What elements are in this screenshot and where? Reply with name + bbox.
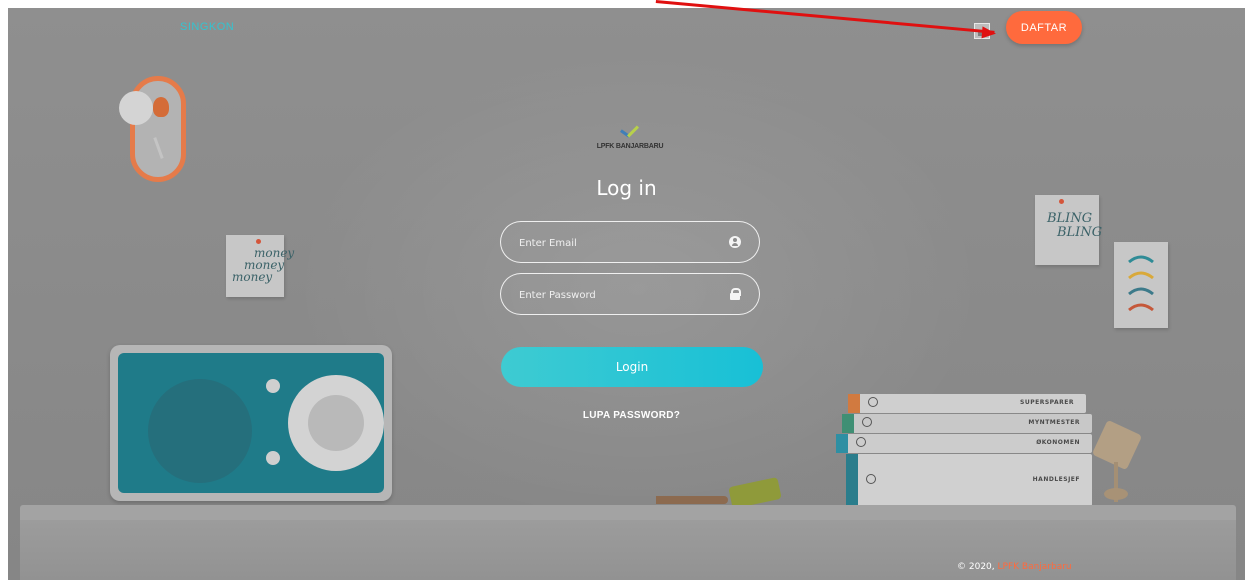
logo-text: LPFK BANJARBARU (596, 143, 664, 150)
ping-note-decoration (1114, 242, 1168, 328)
copyright-text: © 2020, (957, 562, 995, 572)
radio-speaker (148, 379, 252, 483)
cuckoo-clock-decoration (119, 76, 186, 182)
pin (256, 239, 261, 244)
wooden-toy-base (1104, 488, 1128, 500)
book-title: SUPERSPARER (1020, 399, 1074, 406)
bling-note-decoration: BLING BLING (1035, 195, 1103, 265)
pencil-decoration (656, 496, 728, 504)
user-icon (729, 236, 741, 248)
lock-icon (729, 288, 741, 300)
register-button[interactable]: DAFTAR (1006, 11, 1082, 44)
footer-brand-link[interactable]: LPFK Banjarbaru (998, 562, 1072, 572)
footer-copyright: © 2020, LPFK Banjarbaru (957, 562, 1072, 572)
clock-face (119, 91, 153, 125)
password-field[interactable] (500, 273, 760, 316)
book: HANDLESJEF (846, 454, 1092, 506)
money-note-decoration: money money money (226, 235, 294, 297)
radio-body (118, 353, 384, 493)
wooden-toy-decoration (1091, 419, 1143, 504)
money-note-line-3: money (232, 270, 273, 284)
brand-link[interactable]: SINGKON (180, 21, 234, 33)
bling-note-line-1: BLING (1047, 211, 1093, 226)
book-logo (856, 437, 866, 447)
book: ØKONOMEN (836, 434, 1092, 453)
bird-figure (153, 97, 169, 117)
radio-knob (266, 451, 280, 465)
email-input[interactable] (517, 222, 721, 264)
ping-scribble-icon (1128, 255, 1154, 312)
login-button[interactable]: Login (501, 347, 763, 387)
radio-dial-center (308, 395, 364, 451)
forgot-password-link[interactable]: LUPA PASSWORD? (0, 410, 1253, 421)
password-input[interactable] (517, 274, 721, 316)
email-field[interactable] (500, 221, 760, 264)
clock-hand (153, 137, 164, 159)
logo-stroke-green (626, 125, 640, 138)
book-logo (866, 474, 876, 484)
book-logo (868, 397, 878, 407)
book-stack-decoration: SUPERSPARER MYNTMESTER ØKONOMEN HANDLESJ… (834, 388, 1094, 508)
annotation-arrow-head (981, 26, 997, 40)
radio-knob (266, 379, 280, 393)
book-title: ØKONOMEN (1036, 439, 1080, 446)
book-title: HANDLESJEF (1032, 476, 1080, 483)
bling-note-line-2: BLING (1057, 225, 1103, 240)
login-title: Log in (596, 176, 657, 200)
book-spine (836, 434, 848, 453)
site-logo: LPFK BANJARBARU (590, 125, 670, 150)
book-spine (846, 454, 858, 506)
radio-decoration (110, 345, 392, 501)
radio-dial (288, 375, 384, 471)
logo-check-icon (617, 125, 643, 140)
